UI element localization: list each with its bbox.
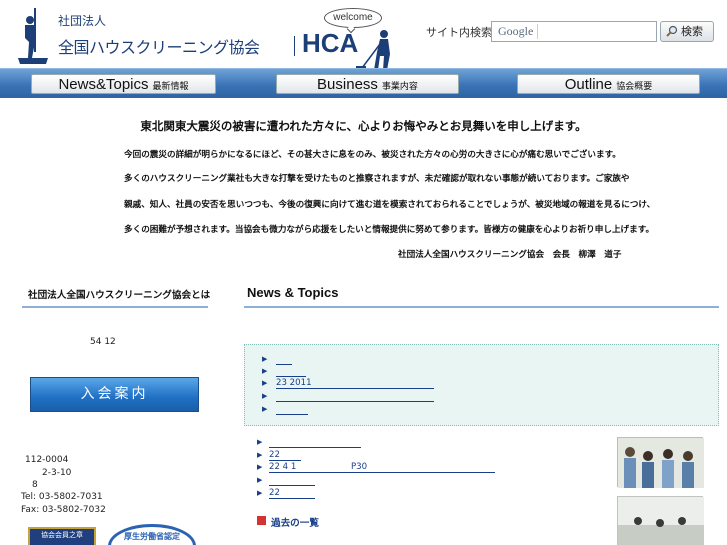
condolence-message: 東北関東大震災の被害に遭われた方々に、心よりお悔やみとお見舞いを申し上げます。 … — [0, 98, 727, 270]
news-heading: News & Topics — [247, 285, 339, 300]
address-line: 8 — [32, 480, 38, 490]
search-button[interactable]: 検索 — [660, 21, 714, 42]
google-logo: Google — [494, 24, 539, 39]
news-link[interactable] — [269, 476, 315, 486]
news-link[interactable]: 22 — [269, 489, 315, 499]
bullet-icon: ▶ — [262, 392, 268, 400]
meeting-photo-icon — [618, 497, 704, 545]
logo-divider — [294, 36, 295, 56]
site-search-label: サイト内検索 — [426, 26, 492, 39]
nav-label-jp: 協会概要 — [616, 82, 653, 92]
postal-code: 112-0004 — [25, 455, 69, 465]
nav-label-en: Business — [317, 76, 378, 93]
nav-business[interactable]: Business 事業内容 — [276, 74, 459, 94]
bullet-icon: ▶ — [257, 438, 263, 446]
news-highlight-link[interactable]: 23 2011 — [276, 379, 434, 389]
about-divider — [22, 306, 208, 308]
main-nav: News&Topics 最新情報 Business 事業内容 Outline 協会概要 — [0, 68, 727, 98]
message-line: 多くの困難が予想されます。当協会も微力ながら応援をしたいと情報提供に努めて参りま… — [124, 225, 655, 235]
nav-label-jp: 最新情報 — [152, 82, 189, 92]
message-signature: 社団法人全国ハウスクリーニング協会 会長 柳澤 道子 — [398, 250, 622, 260]
message-line: 多くのハウスクリーニング業社も大きな打撃を受けたものと推察されますが、未だ確認が… — [124, 174, 630, 184]
nav-label-jp: 事業内容 — [381, 82, 418, 92]
tel-number: Tel: 03-5802-7031 — [21, 492, 103, 502]
message-line: 親戚、知人、社員の安否を思いつつも、今後の復興に向けて進む道を模索されておられる… — [124, 200, 656, 210]
member-badge[interactable]: 協会会員之章 — [28, 527, 96, 545]
membership-button[interactable]: 入会案内 — [30, 377, 199, 412]
bullet-icon: ▶ — [262, 405, 268, 413]
bullet-icon: ▶ — [257, 463, 263, 471]
address-line: 2-3-10 — [42, 468, 72, 478]
ministry-seal[interactable]: 厚生労働省認定 — [108, 524, 196, 545]
message-line: 今回の震災の詳細が明らかになるにほど、その甚大さに息をのみ、被災された方々の心労… — [124, 150, 621, 160]
cleaner-logo-icon — [18, 8, 48, 64]
welcome-bubble: welcome — [324, 8, 382, 28]
bullet-icon: ▶ — [257, 489, 263, 497]
news-highlight-link[interactable] — [276, 355, 292, 365]
site-search-input[interactable]: Google — [491, 21, 657, 42]
news-highlight-link[interactable] — [276, 392, 434, 402]
news-link[interactable] — [269, 438, 361, 448]
news-link[interactable]: 22 — [269, 451, 301, 461]
org-name: 全国ハウスクリーニング協会 — [58, 38, 260, 57]
past-list-link[interactable]: 過去の一覧 — [271, 515, 319, 529]
nav-news-topics[interactable]: News&Topics 最新情報 — [31, 74, 216, 94]
people-photo-icon — [618, 438, 704, 488]
magnifier-icon — [666, 25, 678, 37]
search-button-label: 検索 — [681, 25, 703, 38]
news-divider — [244, 306, 719, 308]
arrow-icon — [257, 516, 266, 525]
message-title: 東北関東大震災の被害に遭われた方々に、心よりお悔やみとお見舞いを申し上げます。 — [140, 119, 587, 133]
bullet-icon: ▶ — [262, 367, 268, 375]
nav-outline[interactable]: Outline 協会概要 — [517, 74, 700, 94]
bullet-icon: ▶ — [262, 355, 268, 363]
news-photo[interactable] — [617, 496, 704, 545]
bullet-icon: ▶ — [257, 476, 263, 484]
news-highlight-link[interactable] — [276, 405, 308, 415]
news-photo[interactable] — [617, 437, 704, 488]
fax-number: Fax: 03-5802-7032 — [21, 505, 106, 515]
about-heading: 社団法人全国ハウスクリーニング協会とは — [28, 290, 211, 301]
nav-label-en: News&Topics — [58, 76, 149, 93]
org-type-label: 社団法人 — [58, 14, 107, 28]
news-link[interactable]: 22 4 1 P30 — [269, 463, 495, 473]
nav-label-en: Outline — [564, 76, 613, 93]
news-highlight-link[interactable] — [276, 367, 306, 377]
bullet-icon: ▶ — [262, 379, 268, 387]
about-text: 54 12 — [90, 337, 116, 347]
bullet-icon: ▶ — [257, 451, 263, 459]
site-header: 社団法人 全国ハウスクリーニング協会 HCA welcome サイト内検索 Go… — [0, 0, 727, 70]
